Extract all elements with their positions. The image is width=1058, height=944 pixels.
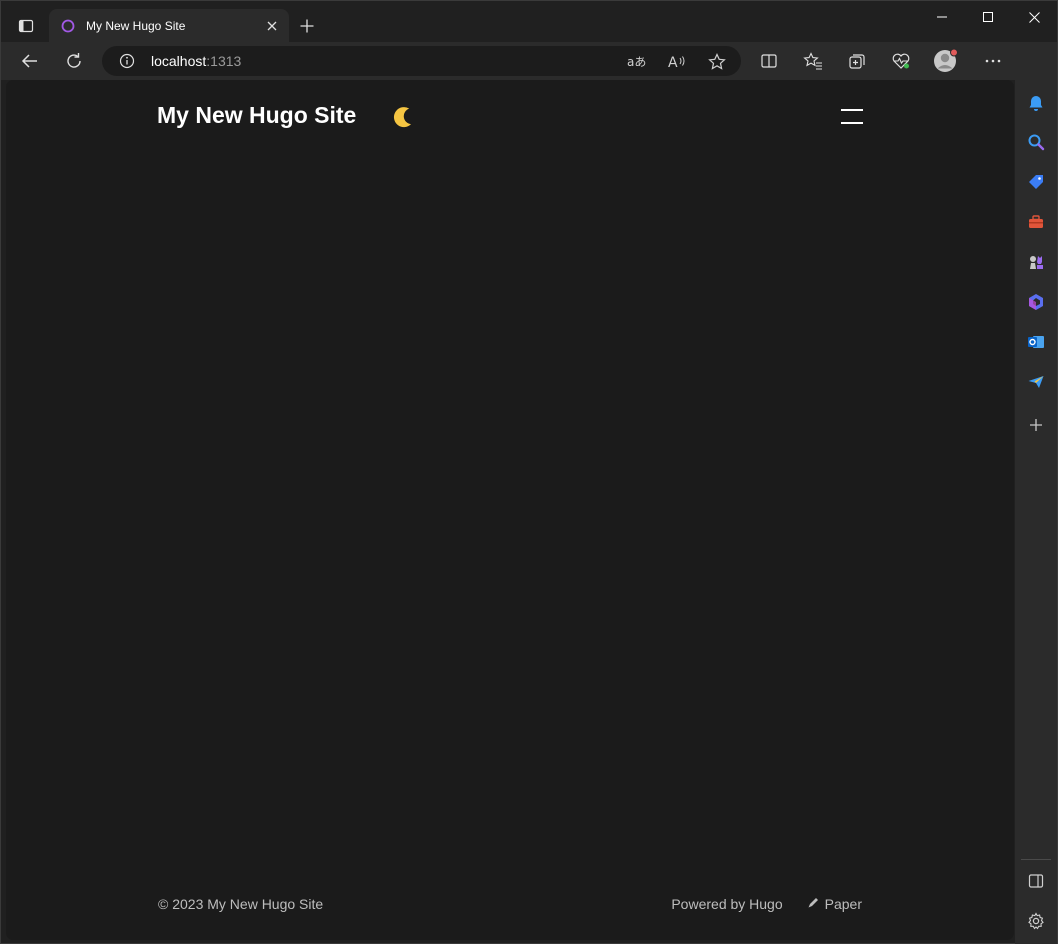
url-host: localhost xyxy=(151,53,207,69)
close-window-button[interactable] xyxy=(1011,1,1057,33)
refresh-icon xyxy=(67,53,81,68)
url-port: :1313 xyxy=(206,53,242,69)
heart-pulse-icon xyxy=(892,53,910,69)
tab-actions-icon[interactable] xyxy=(13,13,39,39)
plus-icon xyxy=(1030,419,1042,431)
hamburger-line xyxy=(841,121,863,124)
page-viewport: My New Hugo Site © 2023 My New Hugo Site… xyxy=(6,80,1014,940)
site-title[interactable]: My New Hugo Site xyxy=(157,102,356,129)
more-icon xyxy=(985,59,1001,63)
sidebar-divider xyxy=(1021,859,1051,860)
close-icon xyxy=(1028,11,1040,23)
pencil-icon xyxy=(807,897,819,912)
add-sidebar-app-button[interactable] xyxy=(1023,412,1049,438)
hamburger-line xyxy=(841,108,863,111)
plus-icon xyxy=(300,19,314,33)
more-button[interactable] xyxy=(978,46,1008,76)
split-screen-button[interactable] xyxy=(754,46,784,76)
minimize-button[interactable] xyxy=(919,1,965,33)
profile-icon xyxy=(934,48,958,72)
gear-icon[interactable] xyxy=(1023,908,1049,934)
bell-icon[interactable] xyxy=(1023,90,1049,116)
svg-text:A: A xyxy=(668,55,678,70)
theme-paper-link[interactable]: Paper xyxy=(825,896,862,912)
footer-credits: Powered by Hugo Paper xyxy=(671,896,862,912)
back-arrow-icon xyxy=(21,54,37,68)
translate-icon[interactable]: aあ xyxy=(626,51,648,73)
drop-icon[interactable] xyxy=(1023,369,1049,395)
outlook-icon[interactable] xyxy=(1023,329,1049,355)
favorites-button[interactable] xyxy=(798,46,828,76)
close-icon[interactable] xyxy=(261,15,283,37)
tag-icon[interactable] xyxy=(1023,169,1049,195)
info-icon[interactable] xyxy=(118,52,136,70)
star-icon[interactable] xyxy=(706,51,728,73)
footer-copyright: © 2023 My New Hugo Site xyxy=(158,896,324,912)
address-bar[interactable]: localhost:1313 aあ A xyxy=(102,46,741,76)
edge-sidebar xyxy=(1015,42,1057,944)
chess-icon[interactable] xyxy=(1023,249,1049,275)
favorites-icon xyxy=(803,52,822,70)
minimize-icon xyxy=(937,16,947,18)
title-bar: My New Hugo Site xyxy=(1,1,1057,42)
url-text[interactable]: localhost:1313 xyxy=(151,53,241,69)
browser-toolbar: localhost:1313 aあ A xyxy=(1,42,1057,80)
tab-active[interactable]: My New Hugo Site xyxy=(49,9,289,42)
search-icon[interactable] xyxy=(1023,129,1049,155)
read-aloud-icon[interactable]: A xyxy=(666,51,688,73)
maximize-icon xyxy=(983,12,993,22)
toolbox-icon[interactable] xyxy=(1023,209,1049,235)
hugo-ring-icon xyxy=(61,19,75,33)
collections-button[interactable] xyxy=(842,46,872,76)
performance-button[interactable] xyxy=(886,46,916,76)
theme-toggle-button[interactable] xyxy=(390,104,416,130)
office-icon[interactable] xyxy=(1023,289,1049,315)
powered-by-link[interactable]: Powered by Hugo xyxy=(671,896,782,912)
svg-text:aあ: aあ xyxy=(627,55,646,69)
maximize-button[interactable] xyxy=(965,1,1011,33)
refresh-button[interactable] xyxy=(59,46,89,76)
window-controls xyxy=(919,1,1057,33)
browser-window: My New Hugo Site localhost:1313 aあ A My … xyxy=(0,0,1058,944)
profile-button[interactable] xyxy=(931,46,961,76)
menu-toggle-button[interactable] xyxy=(841,105,865,127)
sidebar-icon[interactable] xyxy=(1023,868,1049,894)
back-button[interactable] xyxy=(15,46,45,76)
new-tab-button[interactable] xyxy=(295,14,319,38)
split-screen-icon xyxy=(761,54,777,68)
moon-icon xyxy=(394,107,412,128)
collections-icon xyxy=(849,54,865,69)
tab-title: My New Hugo Site xyxy=(86,18,186,33)
